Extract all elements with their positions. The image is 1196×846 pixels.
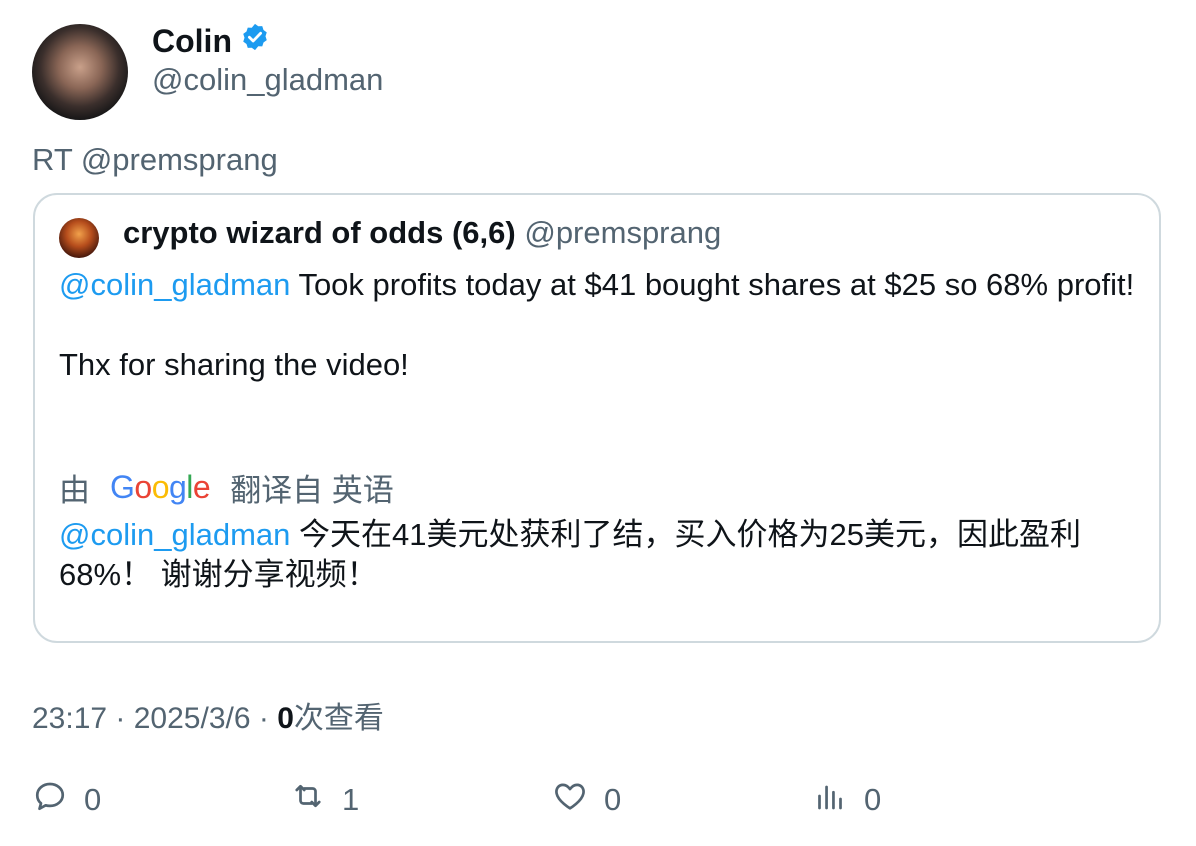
translated-from-label: 翻译自 英语 — [230, 473, 394, 508]
tweet-date[interactable]: 2025/3/6 — [134, 702, 251, 735]
retweet-count: 1 — [342, 782, 360, 817]
author-handle[interactable]: @colin_gladman — [152, 62, 383, 98]
quoted-author-handle[interactable]: @premsprang — [524, 215, 721, 250]
tweet-text-line1: Took profits today at $41 bought shares … — [290, 267, 1135, 302]
retweet-button[interactable]: 1 — [290, 778, 359, 822]
translated-mention-link[interactable]: @colin_gladman — [59, 517, 290, 552]
meta-separator: · — [107, 702, 134, 735]
translated-by-label: 由 — [59, 473, 90, 508]
tweet-time[interactable]: 23:17 — [32, 702, 107, 735]
reply-button[interactable]: 0 — [32, 778, 101, 822]
reply-count: 0 — [84, 782, 102, 817]
tweet-actions: 0 1 0 0 — [32, 778, 1152, 822]
views-button[interactable]: 0 — [812, 778, 881, 822]
views-count: 0 — [864, 782, 882, 817]
reply-icon — [32, 778, 68, 822]
like-count: 0 — [604, 782, 622, 817]
quoted-tweet-header: crypto wizard of odds (6,6) @premsprang — [123, 215, 721, 251]
mention-link[interactable]: @colin_gladman — [59, 267, 290, 302]
translated-text: @colin_gladman 今天在41美元处获利了结，买入价格为25美元，因此… — [59, 515, 1139, 595]
author-name-row[interactable]: Colin — [152, 22, 270, 60]
quoted-tweet-card[interactable]: crypto wizard of odds (6,6) @premsprang … — [33, 193, 1161, 643]
view-count: 0 — [277, 702, 294, 735]
views-icon — [812, 778, 848, 822]
author-name[interactable]: Colin — [152, 23, 232, 60]
quoted-author-avatar[interactable] — [59, 218, 99, 258]
quoted-author-name[interactable]: crypto wizard of odds (6,6) — [123, 215, 516, 250]
google-logo: Google — [110, 469, 211, 505]
tweet-meta: 23:17 · 2025/3/6 · 0次查看 — [32, 693, 384, 737]
author-avatar[interactable] — [32, 24, 128, 120]
tweet-text-line2: Thx for sharing the video! — [59, 347, 409, 382]
retweet-icon — [290, 778, 326, 822]
translation-attribution[interactable]: 由 Google 翻译自 英语 — [59, 465, 394, 510]
like-button[interactable]: 0 — [552, 778, 621, 822]
view-count-label: 次查看 — [293, 702, 384, 735]
quoted-tweet-text: @colin_gladman Took profits today at $41… — [59, 265, 1139, 385]
retweet-line: RT @premsprang — [32, 142, 278, 177]
verified-badge-icon — [240, 22, 270, 60]
meta-separator: · — [250, 702, 278, 735]
like-icon — [552, 778, 588, 822]
